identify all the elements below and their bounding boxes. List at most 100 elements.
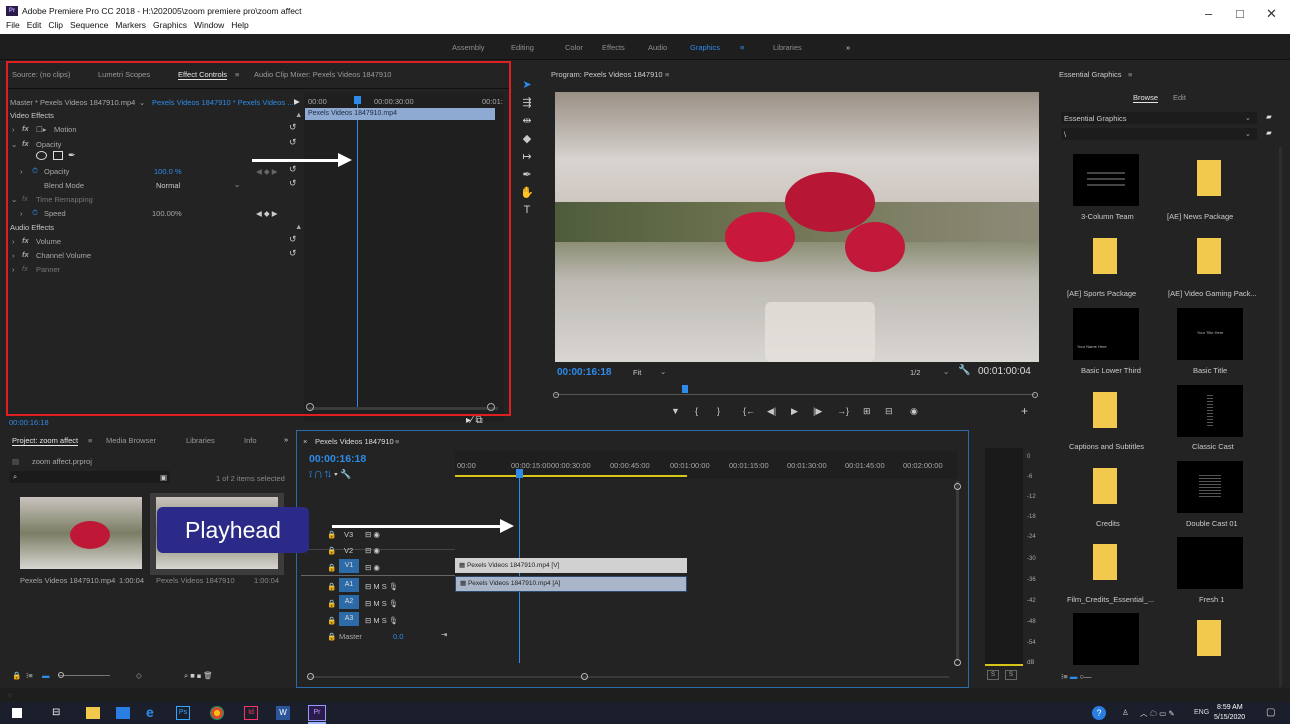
video-frame[interactable] (555, 92, 1039, 362)
go-to-in-icon[interactable]: {← (743, 406, 755, 416)
panel-menu-icon[interactable]: ≡ (1128, 70, 1132, 79)
close-button[interactable]: ✕ (1266, 6, 1277, 22)
folder-icon[interactable] (1093, 468, 1117, 504)
lock-icon[interactable]: 🔒 (12, 671, 21, 680)
tray-icons[interactable]: ︿ ☁ ▭ ✎ (1140, 708, 1175, 719)
menu-graphics[interactable]: Graphics (153, 20, 187, 30)
notification-icon[interactable]: ▢ (1266, 707, 1275, 718)
graphic-thumb[interactable] (1177, 385, 1243, 437)
timeline-tools-icons[interactable]: ⟟ ⋂ ⇅ ▾ 🔧 (309, 469, 351, 480)
audio-clip[interactable]: ▦ Pexels Videos 1847910.mp4 [A] (455, 576, 687, 592)
scroll-handle[interactable] (954, 659, 961, 666)
track-controls-icons[interactable]: ⊟ M S 🎙 (365, 582, 398, 591)
menu-file[interactable]: File (6, 20, 20, 30)
track-label[interactable]: A1 (339, 578, 359, 592)
view-toggle-icons[interactable]: ⁝≡ ▬ ○— (1061, 672, 1091, 681)
tab-sequence[interactable]: Pexels Videos 1847910 (315, 437, 394, 446)
menu-clip[interactable]: Clip (48, 20, 63, 30)
clock-time[interactable]: 8:59 AM (1217, 704, 1243, 711)
clip-name[interactable]: Pexels Videos 1847910.mp4 (20, 576, 115, 585)
sequence-name[interactable]: Pexels Videos 1847910 (156, 576, 235, 585)
photoshop-icon[interactable]: Ps (176, 706, 190, 720)
wrench-icon[interactable]: 🔧 (958, 365, 970, 376)
track-controls-icons[interactable]: ⊟ M S 🎙 (365, 599, 398, 608)
step-forward-icon[interactable]: |▶ (813, 406, 822, 417)
tab-browse[interactable]: Browse (1133, 93, 1159, 103)
edge-icon[interactable]: e (146, 704, 154, 720)
graphic-thumb[interactable] (1177, 461, 1243, 513)
library-dropdown[interactable]: Essential Graphics ⌄ (1061, 112, 1257, 124)
zoom-handle-left[interactable] (553, 392, 559, 398)
master-value[interactable]: 0.0 (393, 632, 403, 641)
tab-info[interactable]: Info (244, 436, 257, 445)
tab-libraries[interactable]: Libraries (186, 436, 215, 445)
track-controls-icons[interactable]: ⊟ ◉ (365, 563, 380, 572)
scroll-handle[interactable] (954, 483, 961, 490)
workspace-menu-icon[interactable]: ≡ (740, 43, 744, 52)
file-explorer-icon[interactable] (86, 707, 100, 719)
close-sequence-icon[interactable]: × (303, 437, 307, 446)
folder-icon[interactable] (1093, 544, 1117, 580)
people-icon[interactable]: ♙ (1122, 708, 1129, 717)
folder-icon[interactable] (1197, 160, 1221, 196)
graphic-thumb[interactable] (1073, 613, 1139, 665)
lock-icon[interactable]: 🔒 (327, 563, 336, 572)
workspace-editing[interactable]: Editing (511, 43, 534, 52)
folder-link-icon[interactable]: ▰ (1266, 112, 1272, 121)
indesign-icon[interactable]: Id (244, 706, 258, 720)
project-search-input[interactable]: ⌕ (10, 471, 170, 483)
track-controls-icons[interactable]: ⊟ ◉ (365, 530, 380, 539)
step-back-icon[interactable]: ◀| (767, 406, 776, 417)
selection-tool-icon[interactable]: ➤ (517, 78, 537, 91)
workspace-graphics[interactable]: Graphics (690, 43, 720, 52)
program-playhead[interactable] (682, 385, 688, 393)
lock-icon[interactable]: 🔒 (327, 530, 336, 539)
resolution-dropdown[interactable]: 1/2 (910, 368, 920, 377)
vertical-scrollbar[interactable] (956, 481, 959, 661)
folder-icon[interactable]: ▰ (1266, 128, 1272, 137)
lock-icon[interactable]: 🔒 (327, 599, 336, 608)
menu-window[interactable]: Window (194, 20, 224, 30)
maximize-button[interactable]: □ (1236, 6, 1244, 21)
graphic-thumb[interactable] (1177, 537, 1243, 589)
scrollbar[interactable] (1279, 147, 1282, 687)
sort-icon[interactable]: ◇ (136, 671, 142, 680)
extract-icon[interactable]: ⊟ (885, 406, 893, 417)
play-button[interactable]: ▶ (791, 406, 798, 417)
horizontal-scrollbar[interactable] (309, 676, 949, 678)
clip-thumbnail[interactable] (20, 497, 142, 569)
program-title[interactable]: Program: Pexels Videos 1847910 (551, 70, 663, 79)
timeline-playhead-handle[interactable] (516, 469, 523, 478)
track-controls-icons[interactable]: ⊟ M S 🎙 (365, 616, 398, 625)
scroll-handle[interactable] (581, 673, 588, 680)
panel-overflow-icon[interactable]: » (284, 435, 288, 444)
folder-icon[interactable] (1093, 238, 1117, 274)
menu-edit[interactable]: Edit (27, 20, 42, 30)
project-action-icons[interactable]: ⌕ ■ ◼ 🗑 (184, 671, 213, 681)
mail-icon[interactable] (116, 707, 130, 719)
essential-graphics-title[interactable]: Essential Graphics (1059, 70, 1122, 79)
workspace-effects[interactable]: Effects (602, 43, 625, 52)
minimize-button[interactable]: – (1205, 6, 1212, 21)
chevron-down-icon[interactable]: ⌄ (943, 367, 949, 376)
help-icon[interactable]: ? (1092, 706, 1106, 720)
lift-icon[interactable]: ⊞ (863, 406, 871, 417)
graphic-thumb[interactable]: Your Name Here (1073, 308, 1139, 360)
graphic-thumb[interactable]: Your Title Here (1177, 308, 1243, 360)
video-clip[interactable]: ▦ Pexels Videos 1847910.mp4 [V] (455, 558, 687, 573)
go-to-out-icon[interactable]: →} (837, 406, 849, 416)
track-controls-icons[interactable]: ⊟ ◉ (365, 546, 380, 555)
tab-edit[interactable]: Edit (1173, 93, 1186, 102)
menu-sequence[interactable]: Sequence (70, 20, 108, 30)
type-tool-icon[interactable]: T (517, 204, 537, 216)
button-editor-icon[interactable]: + (1021, 404, 1028, 418)
track-select-icon[interactable]: ⇶ (517, 96, 537, 109)
hand-icon[interactable]: ✋ (517, 186, 537, 199)
work-area-bar[interactable] (455, 475, 687, 477)
lock-icon[interactable]: 🔒 (327, 546, 336, 555)
workspace-color[interactable]: Color (565, 43, 583, 52)
menu-markers[interactable]: Markers (115, 20, 146, 30)
lock-icon[interactable]: 🔒 (327, 632, 336, 641)
word-icon[interactable]: W (276, 706, 290, 720)
filter-and-export-icons[interactable]: ▸⁄ ⧉ (466, 415, 483, 426)
